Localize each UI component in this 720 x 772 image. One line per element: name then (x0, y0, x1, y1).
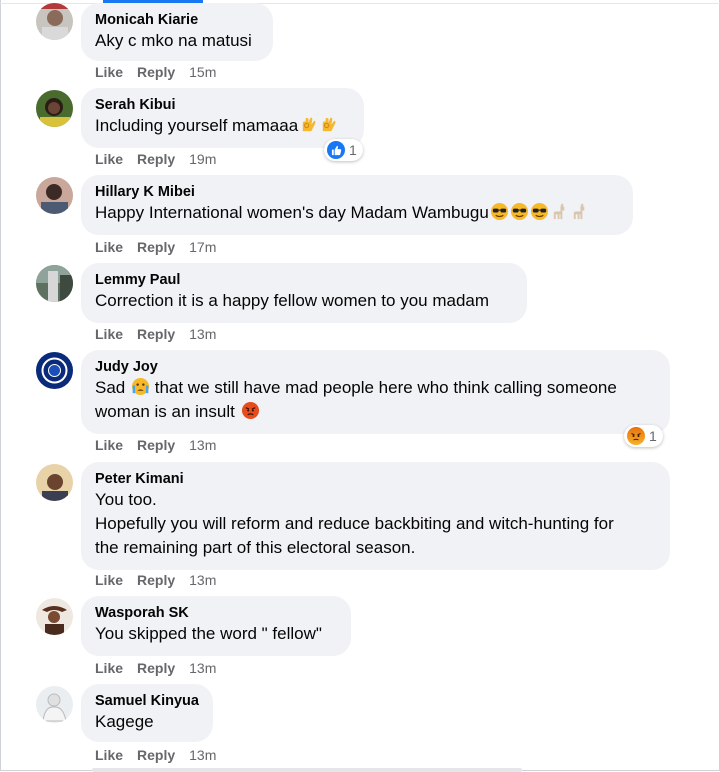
comment-author[interactable]: Samuel Kinyua (95, 692, 199, 710)
next-comment-edge (92, 768, 522, 772)
reply-button[interactable]: Reply (137, 326, 175, 342)
comment-timestamp[interactable]: 13m (189, 660, 216, 676)
avatar[interactable] (36, 464, 73, 501)
like-button[interactable]: Like (95, 572, 123, 588)
comment-timestamp[interactable]: 13m (189, 326, 216, 342)
comment-text: Hopefully you will reform and reduce bac… (95, 514, 614, 533)
reply-button[interactable]: Reply (137, 151, 175, 167)
comment-actions: Like Reply 19m (95, 150, 216, 168)
comment-text: Including yourself mamaaa (95, 114, 350, 138)
avatar[interactable] (36, 686, 73, 723)
comment-timestamp[interactable]: 15m (189, 64, 216, 80)
comment-timestamp[interactable]: 13m (189, 747, 216, 763)
comment-text-content: Including yourself mamaaa (95, 116, 299, 135)
llama-icon (553, 203, 565, 220)
comment-actions: Like Reply 13m (95, 659, 216, 677)
comment-text: Sad that we still have mad people here w… (95, 376, 656, 400)
sunglasses-face-icon (510, 202, 528, 221)
comment-bubble: Hillary K Mibei Happy International wome… (81, 175, 633, 235)
comment-text: woman is an insult (95, 400, 656, 424)
like-reaction-icon (327, 141, 345, 159)
comment-author[interactable]: Wasporah SK (95, 604, 337, 622)
reaction-count[interactable]: 1 (624, 425, 663, 447)
comment-actions: Like Reply 17m (95, 238, 216, 256)
like-button[interactable]: Like (95, 326, 123, 342)
crying-face-icon (131, 377, 150, 396)
comment-author[interactable]: Serah Kibui (95, 96, 350, 114)
avatar[interactable] (36, 177, 73, 214)
comment-timestamp[interactable]: 13m (189, 572, 216, 588)
avatar[interactable] (36, 3, 73, 40)
llama-icon (573, 203, 585, 220)
comment-author[interactable]: Monicah Kiarie (95, 11, 259, 29)
comment-bubble: Serah Kibui Including yourself mamaaa (81, 88, 364, 148)
comment-bubble: Judy Joy Sad that we still have mad peop… (81, 350, 670, 434)
comment-actions: Like Reply 13m (95, 571, 216, 589)
sunglasses-face-icon (490, 202, 508, 221)
comment-bubble: Monicah Kiarie Aky c mko na matusi (81, 3, 273, 61)
comment-author[interactable]: Peter Kimani (95, 470, 656, 488)
comment-timestamp[interactable]: 19m (189, 151, 216, 167)
comment-timestamp[interactable]: 13m (189, 437, 216, 453)
comment-text: Aky c mko na matusi (95, 31, 252, 50)
reply-button[interactable]: Reply (137, 747, 175, 763)
comment-bubble: Samuel Kinyua Kagege (81, 684, 213, 742)
like-button[interactable]: Like (95, 660, 123, 676)
comment-text-content: woman is an insult (95, 402, 235, 421)
comment-actions: Like Reply 13m (95, 746, 216, 764)
avatar[interactable] (36, 598, 73, 635)
comment-text-content: Sad (95, 378, 126, 397)
reaction-count[interactable]: 1 (324, 139, 363, 161)
comment-text: You too. (95, 490, 157, 509)
comment-bubble: Wasporah SK You skipped the word " fello… (81, 596, 351, 656)
comment-text-content: that we still have mad people here who t… (154, 378, 617, 397)
comment-actions: Like Reply 13m (95, 436, 216, 454)
comment-bubble: Lemmy Paul Correction it is a happy fell… (81, 263, 527, 323)
reaction-count-text: 1 (649, 428, 657, 444)
ok-hand-icon (322, 117, 336, 132)
comment-bubble: Peter Kimani You too. Hopefully you will… (81, 462, 670, 570)
reaction-count-text: 1 (349, 142, 357, 158)
reply-button[interactable]: Reply (137, 64, 175, 80)
angry-reaction-icon (627, 427, 645, 445)
comment-author[interactable]: Lemmy Paul (95, 271, 513, 289)
like-button[interactable]: Like (95, 747, 123, 763)
avatar[interactable] (36, 265, 73, 302)
comment-text: Correction it is a happy fellow women to… (95, 291, 490, 310)
reply-button[interactable]: Reply (137, 437, 175, 453)
comment-actions: Like Reply 15m (95, 63, 216, 81)
comment-actions: Like Reply 13m (95, 325, 216, 343)
like-button[interactable]: Like (95, 239, 123, 255)
comment-text: Happy International women's day Madam Wa… (95, 201, 619, 225)
reply-button[interactable]: Reply (137, 239, 175, 255)
ok-hand-icon (302, 117, 316, 132)
reply-button[interactable]: Reply (137, 660, 175, 676)
comment-text-content: Happy International women's day Madam Wa… (95, 203, 489, 222)
reply-button[interactable]: Reply (137, 572, 175, 588)
comment-timestamp[interactable]: 17m (189, 239, 216, 255)
angry-face-icon (241, 401, 259, 420)
sunglasses-face-icon (530, 202, 548, 221)
comment-author[interactable]: Hillary K Mibei (95, 183, 619, 201)
avatar[interactable] (36, 352, 73, 389)
comment-text: Kagege (95, 712, 154, 731)
like-button[interactable]: Like (95, 437, 123, 453)
avatar[interactable] (36, 90, 73, 127)
comment-text: You skipped the word " fellow" (95, 624, 322, 643)
comment-text: the remaining part of this electoral sea… (95, 538, 416, 557)
comment-author[interactable]: Judy Joy (95, 358, 656, 376)
like-button[interactable]: Like (95, 64, 123, 80)
like-button[interactable]: Like (95, 151, 123, 167)
